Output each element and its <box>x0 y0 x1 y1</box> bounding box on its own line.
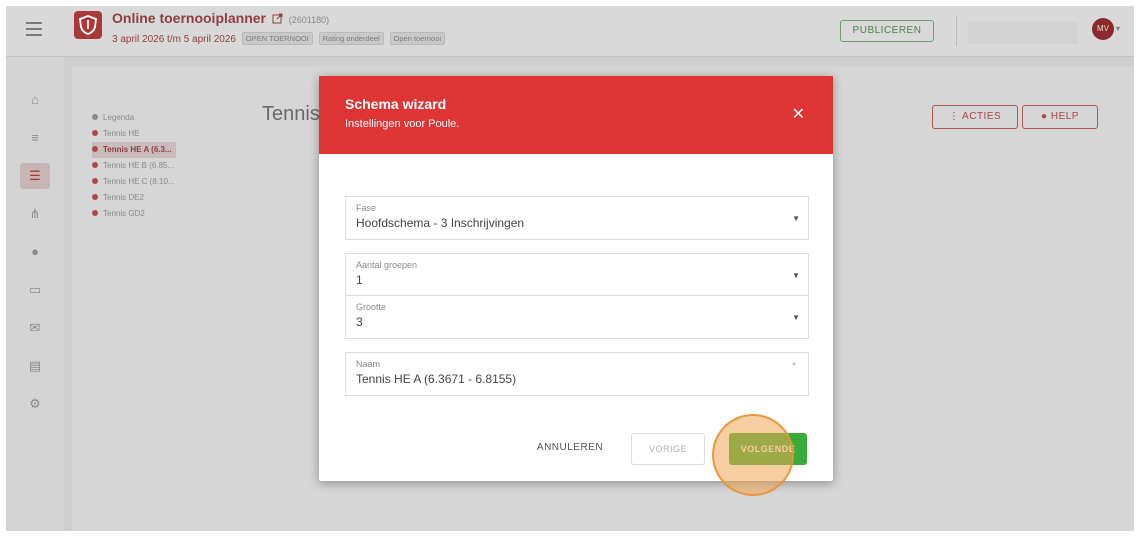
legend-dot <box>92 130 98 136</box>
caret-down-icon[interactable]: ▼ <box>792 271 800 280</box>
settings-sliders-icon[interactable]: ≡ <box>20 125 50 151</box>
legend-item-label[interactable]: Tennis GD2 <box>103 209 145 218</box>
legend-item[interactable]: Tennis GD2 <box>92 206 176 222</box>
legend-item-label[interactable]: Tennis HE C (8.10... <box>103 177 175 186</box>
caret-down-icon[interactable]: ▼ <box>792 313 800 322</box>
help-label[interactable]: HELP <box>1051 111 1079 122</box>
legend-item-label[interactable]: Tennis HE A (6.3... <box>103 145 172 154</box>
field-value[interactable]: 3 <box>356 315 363 329</box>
field-value[interactable]: Tennis HE A (6.3671 - 6.8155) <box>356 372 516 386</box>
field-label: Fase <box>356 203 377 213</box>
dates-text: 3 april 2026 t/m 5 april 2026 <box>112 34 236 45</box>
actions-button[interactable]: ⋮ ACTIES <box>932 105 1018 129</box>
field-value[interactable]: 1 <box>356 273 363 287</box>
legend-item[interactable]: Tennis HE C (8.10... <box>92 174 176 190</box>
sidebar: ⌂ ≡ ☰ ⋔ ● ▭ ✉ ▤ ⚙ <box>6 57 64 531</box>
close-icon[interactable]: ✕ <box>792 104 805 124</box>
top-bar: Online toernooiplanner (2601180) 3 april… <box>6 6 1134 57</box>
legend-title: Legenda <box>103 113 135 122</box>
aantal-groepen-select[interactable]: Aantal groepen 1 ▼ <box>345 253 809 297</box>
legend-dot <box>92 114 98 120</box>
monitor-icon[interactable]: ▭ <box>20 277 50 303</box>
legend-item[interactable]: Tennis DE2 <box>92 190 176 206</box>
field-value[interactable]: Hoofdschema - 3 Inschrijvingen <box>356 216 524 230</box>
help-button[interactable]: ● HELP <box>1022 105 1098 129</box>
tournament-id: (2601180) <box>288 15 330 25</box>
publish-button[interactable]: PUBLICEREN <box>840 20 934 42</box>
account-name-blurred <box>968 22 1078 44</box>
previous-button[interactable]: VORIGE <box>631 433 705 465</box>
caret-down-icon[interactable]: ▼ <box>792 214 800 223</box>
cancel-button[interactable]: ANNULEREN <box>535 442 605 453</box>
legend-dot <box>92 178 98 184</box>
external-link-icon[interactable] <box>272 11 283 27</box>
dialog-header: Schema wizard Instellingen voor Poule. ✕ <box>319 76 833 154</box>
legend-item-label[interactable]: Tennis HE <box>103 129 139 138</box>
dialog-subtitle: Instellingen voor Poule. <box>345 118 460 130</box>
legend-dot <box>92 210 98 216</box>
legend-item[interactable]: Tennis HE <box>92 126 176 142</box>
logo-icon <box>74 11 102 39</box>
dialog-title: Schema wizard <box>345 96 447 112</box>
print-icon[interactable]: ▤ <box>20 353 50 379</box>
field-label: Aantal groepen <box>356 260 418 270</box>
circle-icon[interactable]: ● <box>20 239 50 265</box>
chevron-down-icon[interactable]: ▾ <box>1116 24 1120 33</box>
help-icon: ● <box>1041 111 1048 122</box>
badge-open-toernooi: OPEN TOERNOOI <box>241 32 313 45</box>
schema-wizard-dialog: Schema wizard Instellingen voor Poule. ✕… <box>319 76 833 481</box>
avatar[interactable]: MV <box>1092 18 1114 40</box>
tree-icon[interactable]: ⋔ <box>20 201 50 227</box>
legend-dot <box>92 162 98 168</box>
field-label: Naam <box>356 359 381 369</box>
legend-list: Legenda Tennis HE Tennis HE A (6.3... Te… <box>92 110 176 222</box>
page-title: Tennis <box>262 103 320 125</box>
fase-select[interactable]: Fase Hoofdschema - 3 Inschrijvingen ▼ <box>345 196 809 240</box>
menu-icon[interactable] <box>26 22 42 36</box>
actions-label[interactable]: ACTIES <box>962 111 1001 122</box>
tournament-dates: 3 april 2026 t/m 5 april 2026 OPEN TOERN… <box>112 32 446 45</box>
app-title[interactable]: Online toernooiplanner (2601180) <box>112 10 329 27</box>
required-marker: * <box>792 361 796 372</box>
legend-dot <box>92 194 98 200</box>
badge-open-toernooi-2: Open toernooi <box>389 32 446 45</box>
field-label: Grootte <box>356 302 387 312</box>
list-icon[interactable]: ☰ <box>20 163 50 189</box>
mail-icon[interactable]: ✉ <box>20 315 50 341</box>
divider <box>956 16 957 46</box>
gear-icon[interactable]: ⚙ <box>20 391 50 417</box>
app-title-text[interactable]: Online toernooiplanner <box>112 10 266 26</box>
legend-item-active[interactable]: Tennis HE A (6.3... <box>92 142 176 158</box>
next-button[interactable]: VOLGENDE <box>729 433 807 465</box>
home-icon[interactable]: ⌂ <box>20 87 50 113</box>
grootte-select[interactable]: Grootte 3 ▼ <box>345 295 809 339</box>
legend-item[interactable]: Tennis HE B (6.85... <box>92 158 176 174</box>
badge-rating-onderdeel: Rating onderdeel <box>318 32 384 45</box>
legend-item-label[interactable]: Tennis HE B (6.85... <box>103 161 174 170</box>
legend-header: Legenda <box>92 110 176 126</box>
naam-input[interactable]: Naam Tennis HE A (6.3671 - 6.8155) * <box>345 352 809 396</box>
legend-dot <box>92 146 98 152</box>
legend-item-label[interactable]: Tennis DE2 <box>103 193 144 202</box>
